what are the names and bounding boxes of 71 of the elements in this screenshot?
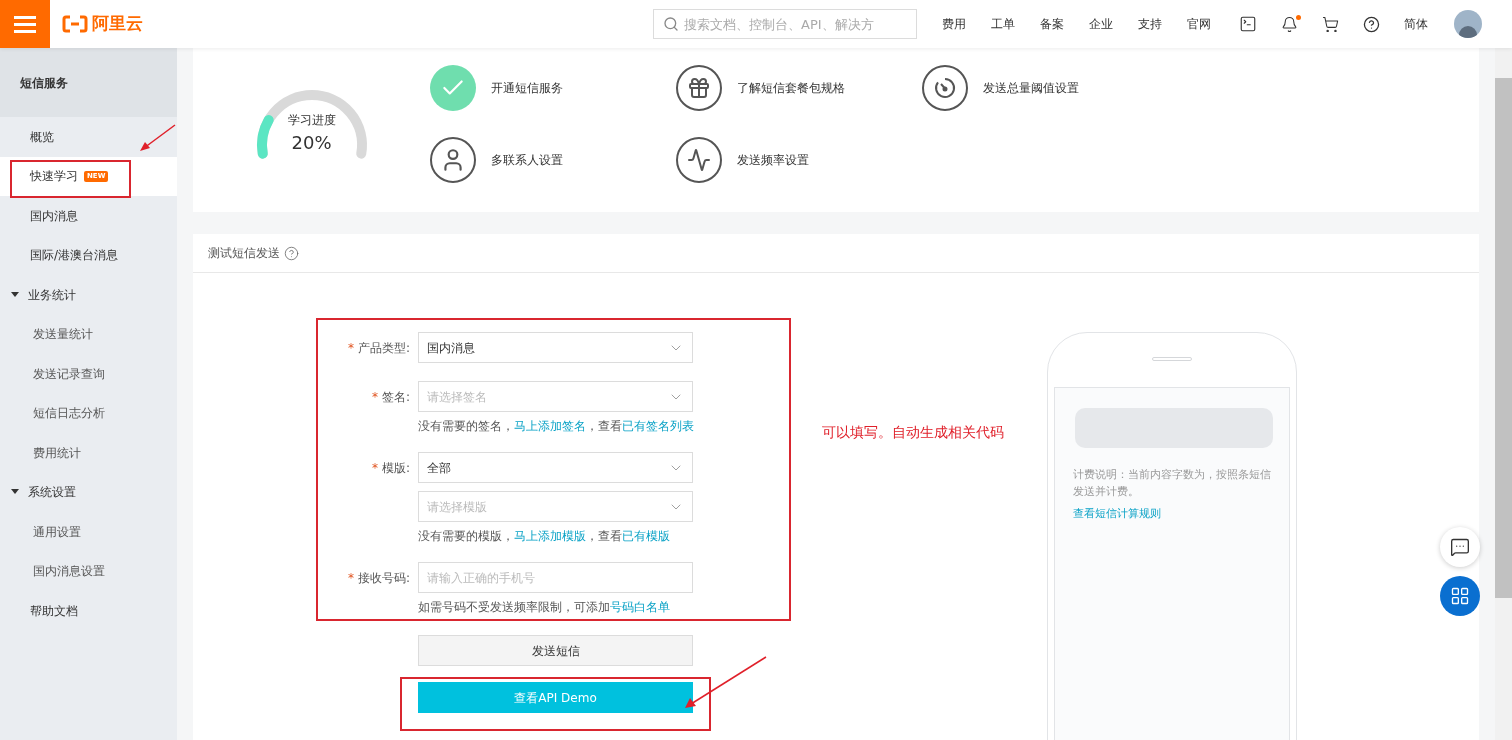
sidebar-item[interactable]: 国际/港澳台消息 (0, 235, 177, 275)
sidebar-item[interactable]: 国内消息 (0, 196, 177, 236)
pulse-icon (687, 148, 711, 172)
avatar[interactable] (1454, 10, 1482, 38)
sidebar-title: 短信服务 (20, 74, 68, 92)
nav-link[interactable]: 费用 (929, 15, 978, 33)
logo-text: 阿里云 (92, 12, 143, 36)
nav-link[interactable]: 备案 (1027, 15, 1076, 33)
sidebar-item[interactable]: 帮助文档 (0, 591, 177, 631)
sidebar-item[interactable]: 发送量统计 (0, 314, 177, 354)
sidebar-item-label: 国内消息 (30, 207, 78, 225)
card-title: 测试短信发送 (208, 245, 280, 262)
apps-icon (1450, 586, 1470, 606)
caret-icon (10, 489, 20, 496)
sidebar-item[interactable]: 费用统计 (0, 433, 177, 473)
cart-icon[interactable] (1322, 15, 1339, 33)
annotation-text: 可以填写。自动生成相关代码 (822, 423, 1005, 442)
field-label: 模版: (381, 459, 410, 477)
sidebar-item[interactable]: 通用设置 (0, 512, 177, 552)
send-button[interactable]: 发送短信 (418, 635, 693, 666)
nav-link[interactable]: 官网 (1174, 15, 1223, 33)
required-mark: * (371, 388, 378, 406)
nav-link[interactable]: 支持 (1125, 15, 1174, 33)
nav-link[interactable]: 企业 (1076, 15, 1125, 33)
step-label[interactable]: 发送频率设置 (737, 151, 809, 169)
step-label[interactable]: 多联系人设置 (491, 151, 563, 169)
sidebar-item-label: 国际/港澳台消息 (30, 247, 119, 265)
menu-icon (14, 15, 36, 33)
phone-speaker (1152, 357, 1192, 361)
step-label[interactable]: 了解短信套餐包规格 (737, 79, 845, 97)
select-field[interactable]: 国内消息 (418, 332, 693, 363)
sidebar-group[interactable]: 系统设置 (0, 472, 177, 512)
required-mark: * (347, 569, 354, 587)
help-icon[interactable] (1363, 15, 1380, 33)
sidebar-item-label: 帮助文档 (30, 602, 78, 620)
nav-link[interactable]: 工单 (978, 15, 1027, 33)
chat-icon (1450, 537, 1470, 557)
step-label[interactable]: 开通短信服务 (491, 79, 563, 97)
annotation-arrow (138, 123, 178, 153)
field-hint: 没有需要的签名，马上添加签名，查看已有签名列表 (418, 418, 694, 434)
sidebar-item-label: 快速学习 (30, 168, 78, 186)
field-hint: 没有需要的模版，马上添加模版，查看已有模版 (418, 528, 671, 544)
gift-icon (687, 76, 711, 100)
gauge-value: 20% (291, 131, 332, 155)
select-field[interactable]: 全部 (418, 452, 693, 483)
sidebar-group[interactable]: 业务统计 (0, 275, 177, 315)
field-hint: 如需号码不受发送频率限制，可添加号码白名单 (418, 599, 671, 615)
menu-button[interactable] (0, 0, 50, 48)
sidebar-item-label: 概览 (30, 128, 54, 146)
field-label: 产品类型: (357, 339, 410, 357)
bell-icon[interactable] (1280, 15, 1298, 33)
field-label: 接收号码: (357, 569, 410, 587)
search-icon (663, 16, 679, 32)
language-link[interactable]: 简体 (1388, 15, 1444, 33)
sidebar-item[interactable]: 发送记录查询 (0, 354, 177, 394)
logo-icon (62, 15, 88, 33)
gauge-label: 学习进度 (287, 112, 336, 129)
search-field[interactable]: 搜索文档、控制台、API、解决方 (653, 9, 917, 39)
sidebar-item[interactable]: 概览 (0, 117, 177, 157)
sidebar-item[interactable]: 国内消息设置 (0, 551, 177, 591)
required-mark: * (347, 339, 354, 357)
sidebar-item[interactable]: 短信日志分析 (0, 393, 177, 433)
required-mark: * (371, 459, 378, 477)
scrollbar[interactable] (1495, 48, 1512, 740)
step-label[interactable]: 发送总量阈值设置 (983, 79, 1079, 97)
caret-icon (10, 291, 20, 298)
terminal-icon[interactable] (1238, 15, 1257, 33)
dial-icon (933, 76, 957, 100)
phone-number-field[interactable]: 请输入正确的手机号 (418, 562, 693, 593)
billing-note: 计费说明：当前内容字数为，按照条短信发送并计费。 (1073, 467, 1271, 500)
field-label: 签名: (381, 388, 410, 406)
